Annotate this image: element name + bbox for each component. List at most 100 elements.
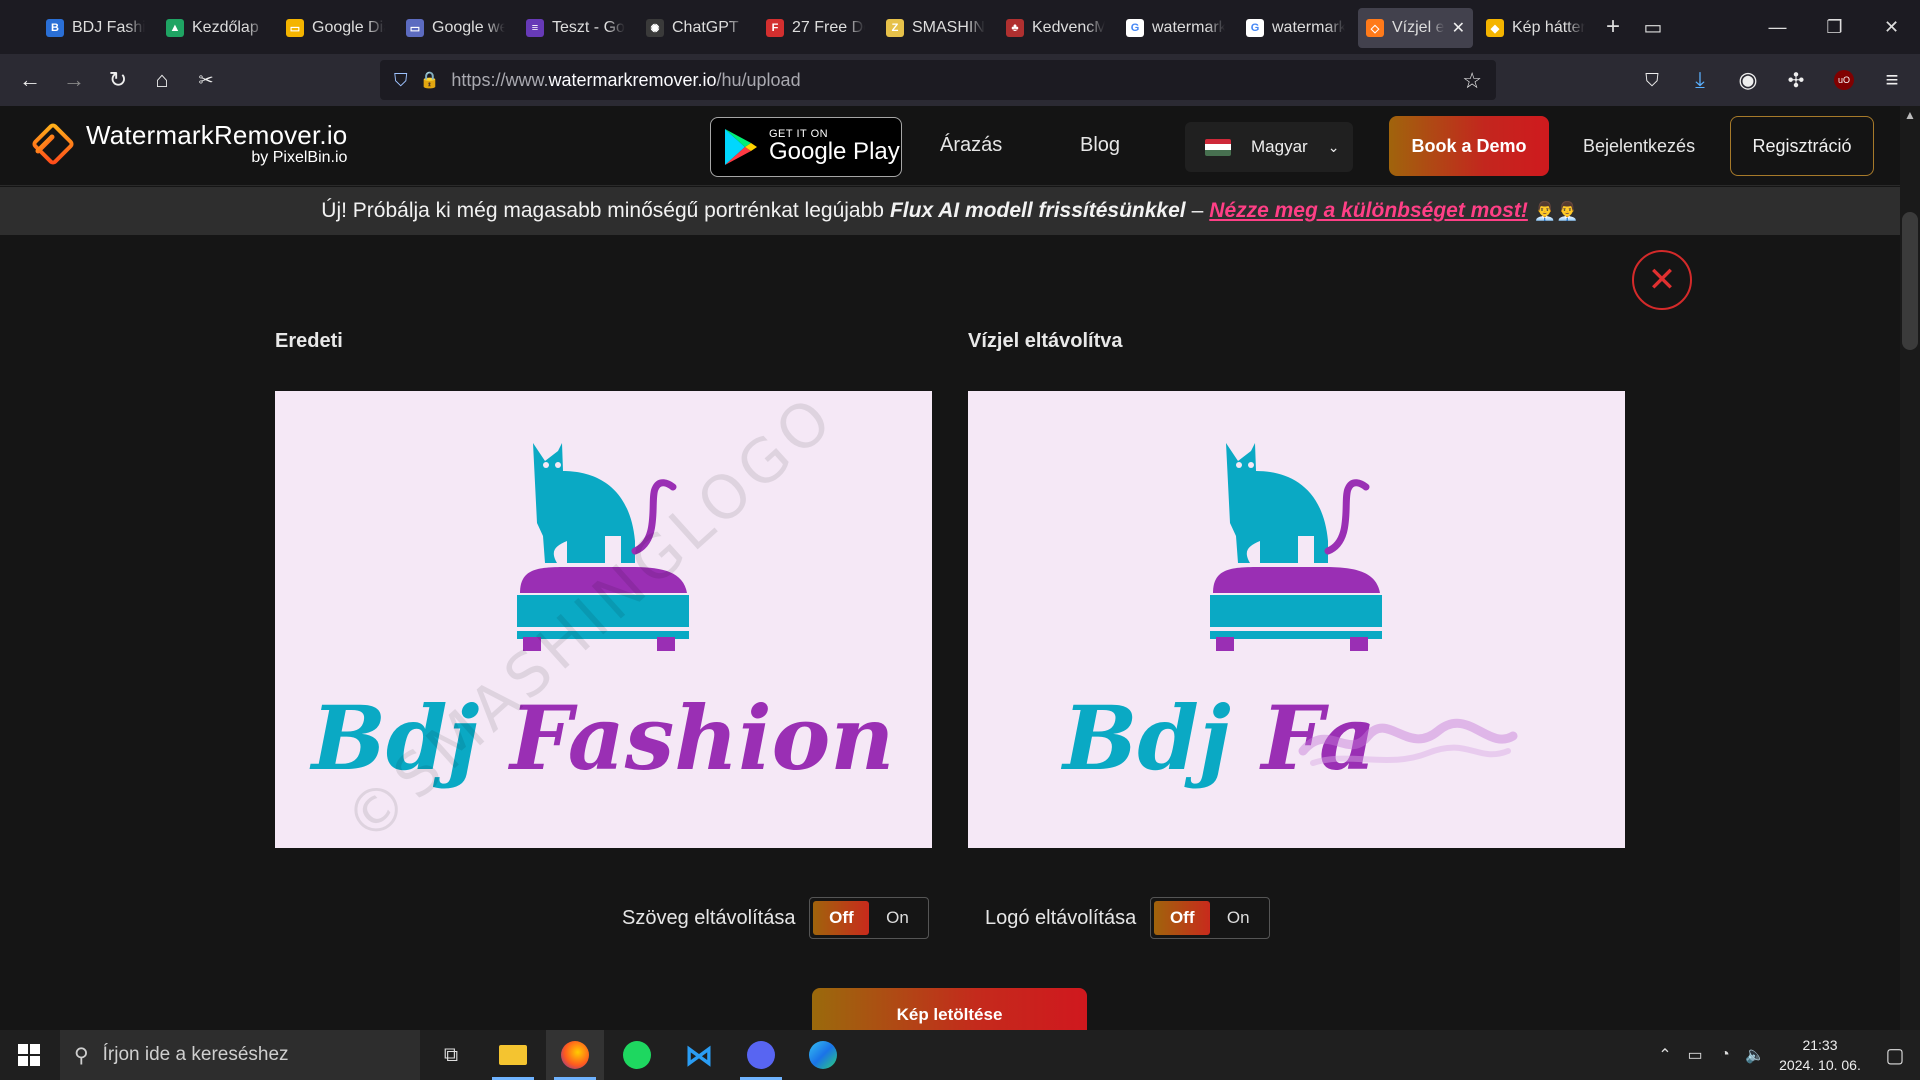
logo-removal-toggle-group: Logó eltávolítása Off On: [985, 897, 1271, 939]
task-view-icon[interactable]: ⧉: [422, 1030, 480, 1080]
announcement-banner: Új! Próbálja ki még magasabb minőségű po…: [0, 187, 1900, 235]
browser-tab[interactable]: ≡ Teszt - Goo: [518, 8, 633, 48]
tab-title: Google Dia: [312, 19, 385, 36]
bookmark-star-icon[interactable]: ☆: [1462, 68, 1482, 94]
windows-taskbar: ⚲ Írjon ide a kereséshez ⧉ ⋈ ⌃ ▭ ◔ 🔈 21:…: [0, 1030, 1920, 1080]
download-icon[interactable]: ⤓: [1678, 58, 1722, 102]
system-tray: ⌃ ▭ ◔ 🔈 21:33 2024. 10. 06. ▢: [1650, 1030, 1920, 1080]
discord-icon[interactable]: [732, 1030, 790, 1080]
account-icon[interactable]: ◉: [1726, 58, 1770, 102]
tab-title: SMASHING: [912, 19, 985, 36]
clock[interactable]: 21:33 2024. 10. 06.: [1770, 1035, 1870, 1075]
brand-logo[interactable]: WatermarkRemover.io by PixelBin.io: [30, 120, 347, 167]
browser-tab[interactable]: F 27 Free Do: [758, 8, 873, 48]
file-explorer-icon[interactable]: [484, 1030, 542, 1080]
original-title: Eredeti: [275, 330, 343, 352]
url-text[interactable]: https://www.watermarkremover.io/hu/uploa…: [451, 70, 800, 91]
tab-title: Kezdőlap: [192, 19, 259, 36]
vscode-icon[interactable]: ⋈: [670, 1030, 728, 1080]
original-image: Bdj Fashion ©SMASHINGLOGO: [275, 391, 932, 848]
text-removal-off[interactable]: Off: [813, 901, 870, 935]
language-select[interactable]: Magyar ⌄: [1185, 122, 1353, 172]
tab-title: 27 Free Do: [792, 19, 865, 36]
tab-title: BDJ Fashion: [72, 19, 145, 36]
google-play-badge[interactable]: GET IT ON Google Play: [710, 117, 902, 177]
login-link[interactable]: Bejelentkezés: [1583, 136, 1695, 157]
logo-mark-icon: [32, 122, 74, 165]
scrollbar-thumb[interactable]: [1902, 212, 1918, 350]
banner-emoji: 👨‍💼👨‍💼: [1533, 200, 1579, 221]
browser-tab[interactable]: ▲ Kezdőlap: [158, 8, 273, 48]
forward-icon[interactable]: →: [52, 58, 96, 102]
back-icon[interactable]: ←: [8, 58, 52, 102]
logo-removal-off[interactable]: Off: [1154, 901, 1211, 935]
chevron-down-icon: ⌄: [1327, 138, 1340, 155]
close-window-icon[interactable]: ✕: [1863, 0, 1920, 54]
screenshot-icon[interactable]: ✂: [184, 58, 228, 102]
browser-tab-active[interactable]: ◇ Vízjel e ✕: [1358, 8, 1473, 48]
firefox-icon[interactable]: [546, 1030, 604, 1080]
tab-title: Teszt - Goo: [552, 19, 625, 36]
browser-tab[interactable]: ◆ Kép hátter: [1478, 8, 1593, 48]
edge-icon[interactable]: [794, 1030, 852, 1080]
register-button[interactable]: Regisztráció: [1730, 116, 1874, 176]
text-removal-on[interactable]: On: [869, 908, 925, 928]
tab-favicon-icon: G: [1246, 19, 1264, 37]
taskbar-search-placeholder: Írjon ide a kereséshez: [102, 1044, 289, 1065]
tray-chevron-icon[interactable]: ⌃: [1650, 1045, 1680, 1065]
browser-tab[interactable]: ✺ ChatGPT: [638, 8, 753, 48]
tab-favicon-icon: F: [766, 19, 784, 37]
browser-tab[interactable]: Gwatermark: [1238, 8, 1353, 48]
minimize-icon[interactable]: —: [1749, 0, 1806, 54]
hungary-flag-icon: [1205, 138, 1231, 156]
battery-icon[interactable]: ▭: [1680, 1045, 1710, 1065]
browser-tab[interactable]: B BDJ Fashion: [38, 8, 153, 48]
address-bar[interactable]: ⛉ 🔒 https://www.watermarkremover.io/hu/u…: [380, 60, 1496, 100]
spotify-icon[interactable]: [608, 1030, 666, 1080]
browser-toolbar: ← → ↻ ⌂ ✂ ⛉ 🔒 https://www.watermarkremov…: [0, 54, 1920, 106]
browser-tab[interactable]: Z SMASHING: [878, 8, 993, 48]
banner-link[interactable]: Nézze meg a különbséget most!: [1209, 199, 1528, 223]
pocket-icon[interactable]: ⛉: [1630, 58, 1674, 102]
tab-favicon-icon: B: [46, 19, 64, 37]
ublock-icon[interactable]: uO: [1822, 58, 1866, 102]
banner-lead: Új! Próbálja ki még magasabb minőségű po…: [321, 199, 884, 222]
browser-tab[interactable]: Gwatermark: [1118, 8, 1233, 48]
close-icon[interactable]: ✕: [1632, 250, 1692, 310]
banner-dash: –: [1191, 199, 1204, 222]
logo-removal-on[interactable]: On: [1210, 908, 1266, 928]
tab-favicon-icon: ◆: [1486, 19, 1504, 37]
volume-icon[interactable]: 🔈: [1740, 1045, 1770, 1065]
lock-icon[interactable]: 🔒: [420, 70, 440, 90]
scroll-up-icon[interactable]: ▲: [1900, 108, 1920, 122]
tab-close-icon[interactable]: ✕: [1452, 18, 1465, 38]
browser-tab[interactable]: ▭ Google Dia: [278, 8, 393, 48]
menu-icon[interactable]: ≡: [1870, 58, 1914, 102]
tab-overview-icon[interactable]: ▭: [1633, 7, 1673, 47]
logo-removal-toggle[interactable]: Off On: [1150, 897, 1271, 939]
removed-title: Vízjel eltávolítva: [968, 330, 1123, 352]
play-store-icon: [725, 129, 757, 165]
taskbar-search[interactable]: ⚲ Írjon ide a kereséshez: [60, 1030, 420, 1080]
shield-icon[interactable]: ⛉: [394, 70, 408, 91]
tab-favicon-icon: ▭: [286, 19, 304, 37]
tab-favicon-icon: ▭: [406, 19, 424, 37]
new-tab-button[interactable]: +: [1593, 7, 1633, 47]
nav-blog[interactable]: Blog: [1080, 134, 1120, 157]
browser-tab[interactable]: ▭ Google web: [398, 8, 513, 48]
reload-icon[interactable]: ↻: [96, 58, 140, 102]
tab-title: KedvencM: [1032, 19, 1105, 36]
text-removal-toggle[interactable]: Off On: [809, 897, 930, 939]
book-demo-button[interactable]: Book a Demo: [1389, 116, 1549, 176]
notifications-icon[interactable]: ▢: [1870, 1043, 1920, 1068]
extensions-icon[interactable]: ✣: [1774, 58, 1818, 102]
window-controls: — ❐ ✕: [1749, 0, 1920, 54]
browser-tab[interactable]: ♣ KedvencM: [998, 8, 1113, 48]
clock-time: 21:33: [1802, 1037, 1838, 1053]
restore-icon[interactable]: ❐: [1806, 0, 1863, 54]
windows-start-icon[interactable]: [0, 1030, 58, 1080]
site-header: WatermarkRemover.io by PixelBin.io GET I…: [0, 106, 1900, 186]
home-icon[interactable]: ⌂: [140, 58, 184, 102]
nav-pricing[interactable]: Árazás: [940, 134, 1002, 157]
network-icon[interactable]: ◔: [1710, 1046, 1740, 1064]
